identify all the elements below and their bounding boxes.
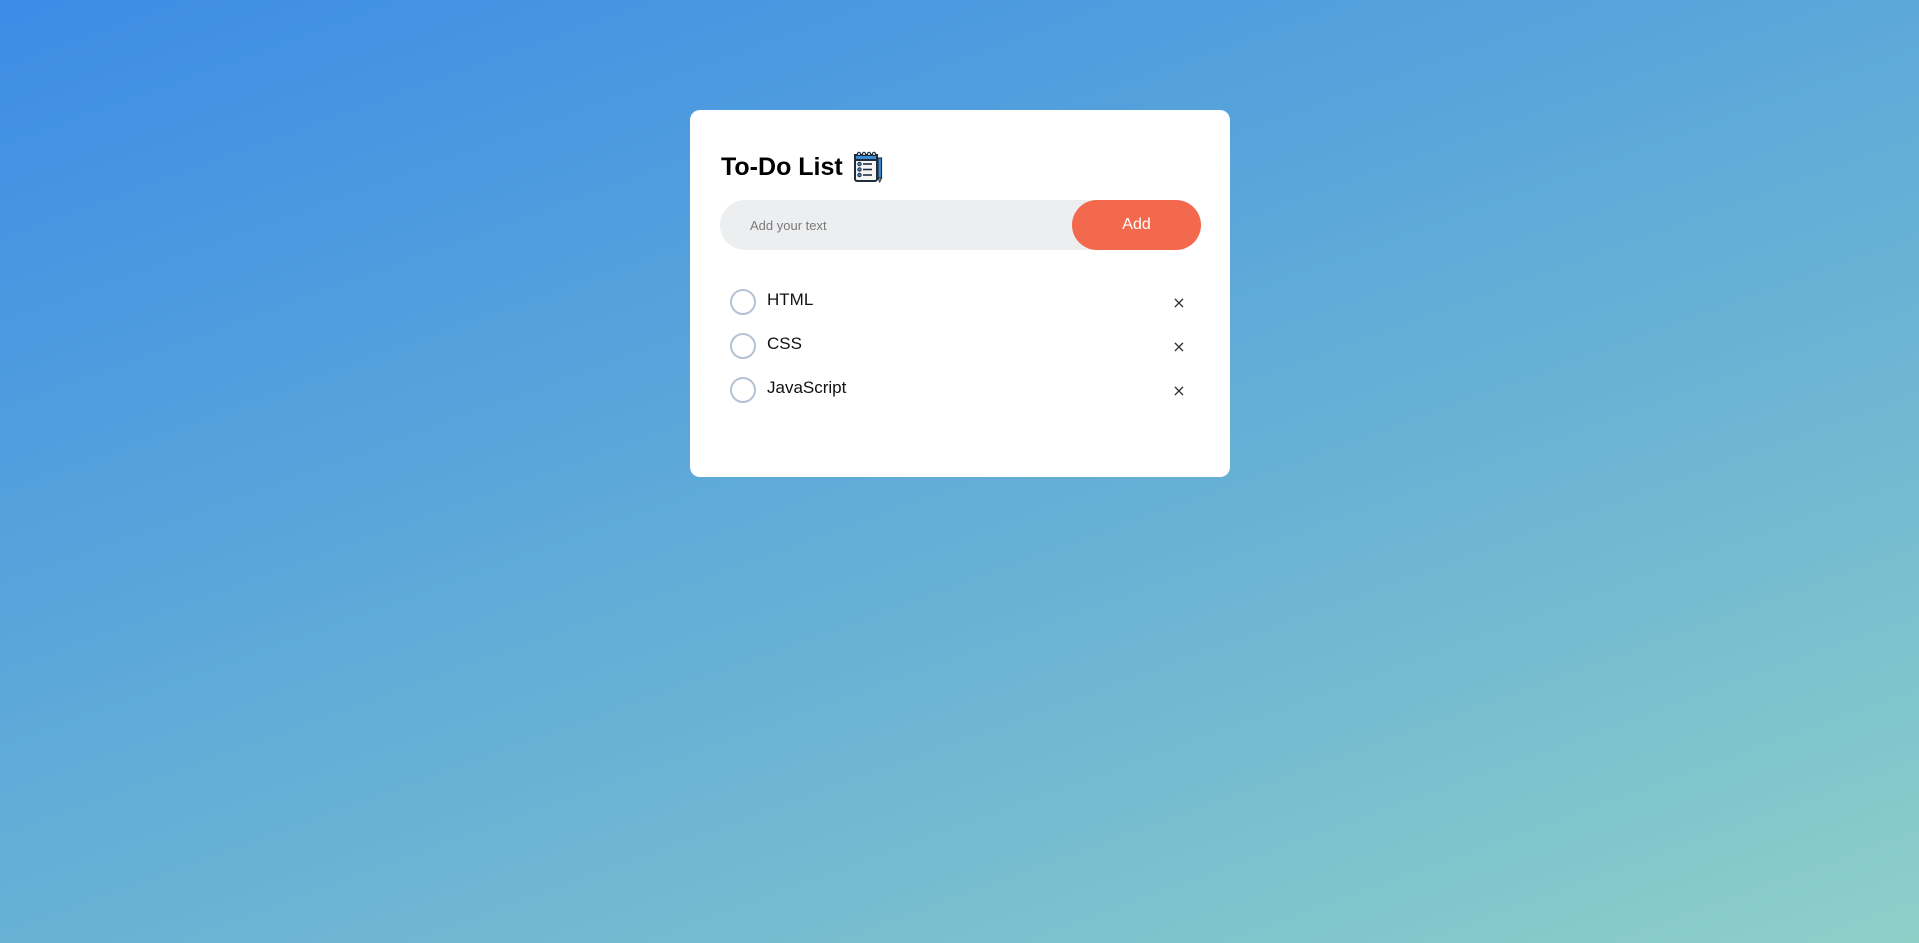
todo-input[interactable] bbox=[720, 200, 1060, 250]
page-title: To-Do List bbox=[721, 152, 843, 181]
todo-text: JavaScript bbox=[767, 378, 847, 397]
todo-card: To-Do List Add your text Add HTML × CSS … bbox=[690, 110, 1230, 477]
add-todo-bar: Add bbox=[720, 200, 1201, 250]
delete-icon[interactable]: × bbox=[1167, 378, 1191, 402]
add-button[interactable]: Add bbox=[1072, 200, 1201, 250]
todo-list: HTML × CSS × JavaScript × bbox=[720, 280, 1201, 412]
todo-text: CSS bbox=[767, 334, 802, 353]
title-row: To-Do List bbox=[721, 150, 883, 184]
delete-icon[interactable]: × bbox=[1167, 334, 1191, 358]
todo-item[interactable]: JavaScript × bbox=[720, 368, 1201, 412]
delete-icon[interactable]: × bbox=[1167, 290, 1191, 314]
unchecked-circle-icon[interactable] bbox=[730, 333, 756, 359]
todo-item[interactable]: CSS × bbox=[720, 324, 1201, 368]
todo-item[interactable]: HTML × bbox=[720, 280, 1201, 324]
unchecked-circle-icon[interactable] bbox=[730, 377, 756, 403]
unchecked-circle-icon[interactable] bbox=[730, 289, 756, 315]
notepad-checklist-icon bbox=[851, 151, 883, 184]
todo-text: HTML bbox=[767, 290, 814, 309]
